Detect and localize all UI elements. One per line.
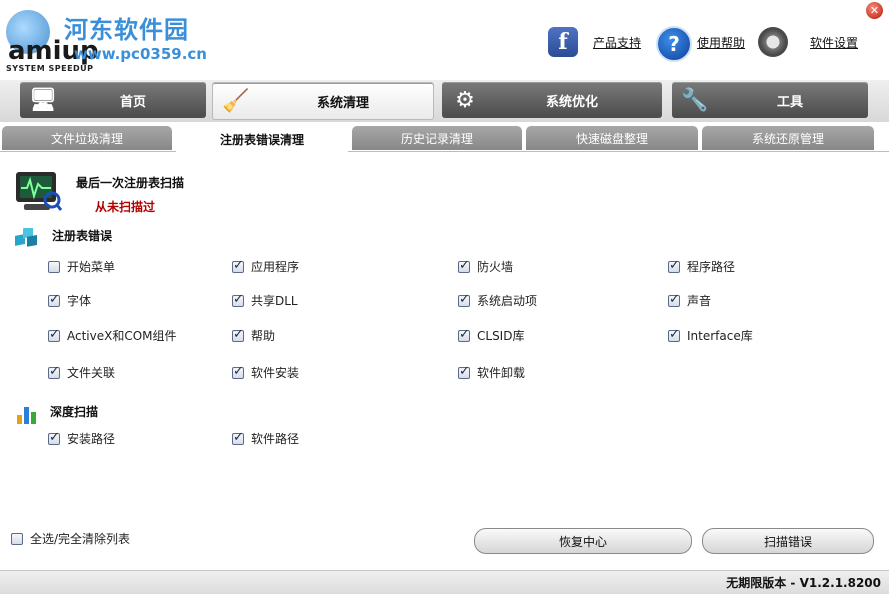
deep-scan-option[interactable]: 软件路径 — [232, 430, 299, 447]
checkbox[interactable] — [458, 258, 470, 273]
gear-icon: ⚙ — [455, 87, 475, 113]
deep-scan-option-label: 软件路径 — [251, 432, 300, 446]
checkbox[interactable] — [48, 364, 60, 379]
registry-option-label: CLSID库 — [477, 329, 525, 343]
last-scan-status: 从未扫描过 — [95, 200, 156, 214]
checkbox[interactable] — [232, 327, 244, 342]
checkbox[interactable] — [232, 258, 244, 273]
deep-scan-option[interactable]: 安装路径 — [48, 430, 115, 447]
registry-option-label: Interface库 — [687, 329, 753, 343]
registry-option-label: 声音 — [687, 294, 712, 308]
registry-option-label: 程序路径 — [687, 260, 736, 274]
registry-option[interactable]: 字体 — [48, 292, 91, 309]
checkbox[interactable] — [232, 292, 244, 307]
registry-option-label: 字体 — [67, 294, 92, 308]
checkbox[interactable] — [232, 430, 244, 445]
help-link[interactable]: 使用帮助 — [697, 34, 745, 51]
checkbox[interactable] — [458, 364, 470, 379]
select-all-option[interactable]: 全选/完全清除列表 — [11, 530, 130, 547]
checkbox[interactable] — [668, 327, 680, 342]
tab-label: 系统清理 — [316, 95, 369, 111]
registry-option[interactable]: 系统启动项 — [458, 292, 537, 309]
deep-scan-title: 深度扫描 — [50, 405, 99, 419]
version-label: 无期限版本 - V1.2.1.8200 — [726, 576, 881, 590]
checkbox[interactable] — [48, 292, 60, 307]
select-all-label: 全选/完全清除列表 — [30, 532, 131, 546]
close-icon[interactable]: ✕ — [866, 2, 883, 19]
checkbox[interactable] — [48, 430, 60, 445]
tab-label: 系统优化 — [545, 94, 598, 110]
subtab-restore[interactable]: 系统还原管理 — [702, 126, 874, 150]
deep-scan-option-label: 安装路径 — [67, 432, 116, 446]
monitor-scan-icon — [14, 170, 63, 214]
scan-errors-button[interactable]: 扫描错误 — [702, 528, 874, 554]
registry-option[interactable]: 共享DLL — [232, 292, 298, 309]
registry-option-label: 系统启动项 — [477, 294, 538, 308]
checkbox[interactable] — [668, 258, 680, 273]
settings-link[interactable]: 软件设置 — [810, 34, 858, 51]
checkbox[interactable] — [48, 327, 60, 342]
broom-icon: 🧹 — [222, 88, 250, 114]
registry-option-label: 文件关联 — [67, 366, 116, 380]
registry-option[interactable]: ActiveX和COM组件 — [48, 327, 177, 344]
registry-option[interactable]: 声音 — [668, 292, 711, 309]
registry-errors-title: 注册表错误 — [52, 229, 113, 243]
gear-icon[interactable] — [758, 27, 788, 57]
tab-label: 首页 — [119, 94, 146, 110]
registry-option[interactable]: 文件关联 — [48, 364, 115, 381]
checkbox[interactable] — [458, 292, 470, 307]
tab-system-optimize[interactable]: ⚙ 系统优化 — [442, 82, 662, 118]
tab-tools[interactable]: 🔧 工具 — [672, 82, 868, 118]
select-all-checkbox[interactable] — [11, 532, 23, 545]
registry-option-label: 开始菜单 — [67, 260, 116, 274]
restore-center-button[interactable]: 恢复中心 — [474, 528, 692, 554]
registry-option[interactable]: 程序路径 — [668, 258, 735, 275]
tab-home[interactable]: 🖥 首页 — [20, 82, 206, 118]
home-computer-icon: 🖥 — [29, 87, 57, 113]
last-scan-title: 最后一次注册表扫描 — [76, 176, 185, 190]
registry-option-label: 软件安装 — [251, 366, 300, 380]
registry-option-label: 软件卸载 — [477, 366, 526, 380]
registry-option-label: 防火墙 — [477, 260, 514, 274]
cubes-icon — [14, 226, 40, 250]
subtab-defrag[interactable]: 快速磁盘整理 — [526, 126, 698, 150]
registry-option[interactable]: 帮助 — [232, 327, 275, 344]
tab-system-clean[interactable]: 🧹 系统清理 — [212, 82, 434, 120]
registry-option[interactable]: CLSID库 — [458, 327, 524, 344]
help-icon[interactable]: ? — [656, 26, 692, 62]
tools-icon: 🔧 — [681, 87, 709, 113]
registry-option[interactable]: Interface库 — [668, 327, 753, 344]
subtab-history[interactable]: 历史记录清理 — [352, 126, 522, 150]
watermark-url: www.pc0359.cn — [74, 45, 207, 63]
subtab-registry[interactable]: 注册表错误清理 — [176, 126, 348, 152]
checkbox[interactable] — [458, 327, 470, 342]
facebook-icon[interactable]: f — [548, 27, 578, 57]
product-support-link[interactable]: 产品支持 — [593, 34, 641, 51]
logo-tagline: SYSTEM SPEEDUP — [6, 64, 94, 73]
registry-option[interactable]: 应用程序 — [232, 258, 299, 275]
subtab-junk-files[interactable]: 文件垃圾清理 — [2, 126, 172, 150]
registry-option-label: 帮助 — [251, 329, 276, 343]
registry-option[interactable]: 软件卸载 — [458, 364, 525, 381]
tab-label: 工具 — [776, 94, 803, 110]
registry-option-label: ActiveX和COM组件 — [67, 329, 177, 343]
bar-chart-icon — [16, 403, 38, 425]
checkbox[interactable] — [232, 364, 244, 379]
registry-option[interactable]: 软件安装 — [232, 364, 299, 381]
registry-option[interactable]: 防火墙 — [458, 258, 513, 275]
checkbox[interactable] — [48, 260, 60, 273]
registry-option[interactable]: 开始菜单 — [48, 258, 115, 275]
registry-option-label: 共享DLL — [251, 294, 298, 308]
registry-option-label: 应用程序 — [251, 260, 300, 274]
checkbox[interactable] — [668, 292, 680, 307]
